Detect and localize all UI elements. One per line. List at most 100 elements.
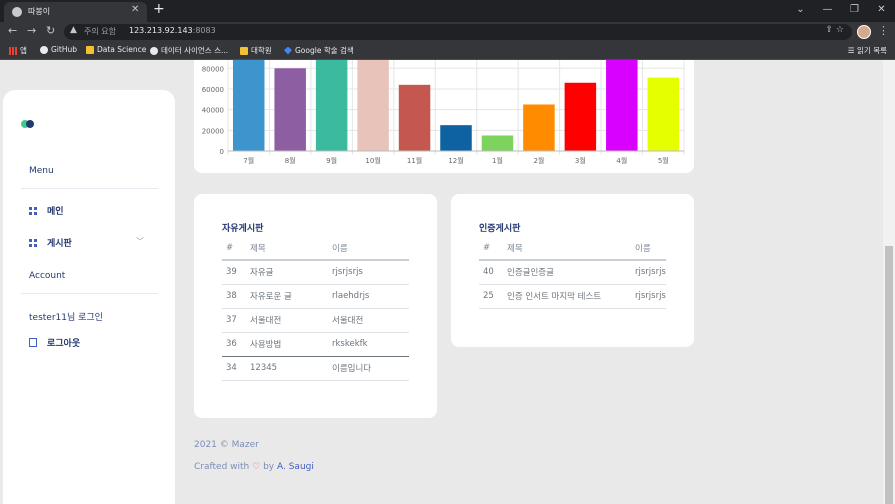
x-tick-label: 1월 xyxy=(492,156,503,165)
bar xyxy=(315,60,348,151)
table-row[interactable]: 25 인증 인서트 마지막 테스트 rjsrjsrjs xyxy=(479,284,666,309)
table-row[interactable]: 37 서울대전 서울대전 xyxy=(222,308,409,333)
table-row[interactable]: 34 12345 이름입니다 xyxy=(222,356,409,381)
x-tick-label: 8월 xyxy=(285,156,296,165)
post-title[interactable]: 자유글 xyxy=(250,260,332,285)
bookmark-label: 앱 xyxy=(20,46,27,55)
bookmark-github[interactable]: GitHub xyxy=(40,45,77,54)
browser-titlebar: 따봉이 ✕ + ⌄ — ❐ ✕ xyxy=(0,0,895,22)
bar xyxy=(523,104,555,151)
post-number: 34 xyxy=(222,356,250,381)
chart-card: 0 20000 40000 60000 80000 7월 8월 9월 10월 11월 12월 1월 2월… xyxy=(194,60,694,173)
bar xyxy=(274,68,306,151)
logout-button[interactable]: 로그아웃 xyxy=(29,336,80,349)
x-tick-label: 7월 xyxy=(243,156,254,165)
bookmark-apps[interactable]: 앱 xyxy=(9,45,27,56)
chevron-down-icon[interactable]: ﹀ xyxy=(136,236,144,247)
globe-icon xyxy=(12,7,22,17)
y-tick-label: 60000 xyxy=(202,86,224,94)
security-label: 주의 요함 xyxy=(84,27,116,36)
table-row[interactable]: 38 자유로운 글 rlaehdrjs xyxy=(222,284,409,309)
back-icon[interactable]: ← xyxy=(8,24,17,37)
sidebar-divider xyxy=(21,293,158,294)
sidebar-divider xyxy=(21,188,158,189)
bookmark-google-scholar[interactable]: Google 학술 검색 xyxy=(284,45,354,56)
github-icon xyxy=(40,45,48,54)
post-author: rkskekfk xyxy=(332,332,409,357)
post-number: 40 xyxy=(479,260,507,285)
url-port: :8083 xyxy=(192,26,216,35)
heart-icon: ♡ xyxy=(252,462,261,472)
close-window-icon[interactable]: ✕ xyxy=(868,0,895,22)
post-author: 이름입니다 xyxy=(332,356,409,381)
browser-tab[interactable]: 따봉이 ✕ xyxy=(4,2,147,22)
post-title[interactable]: 서울대전 xyxy=(250,308,332,333)
post-title[interactable]: 12345 xyxy=(250,356,332,381)
page-scrollbar[interactable] xyxy=(883,60,895,504)
post-title[interactable]: 사용방법 xyxy=(250,332,332,357)
bar xyxy=(440,125,472,151)
logout-icon xyxy=(29,338,37,347)
forward-icon[interactable]: → xyxy=(27,24,36,37)
col-name-header: 이름 xyxy=(332,236,409,261)
y-tick-label: 40000 xyxy=(202,107,224,115)
minimize-icon[interactable]: — xyxy=(814,0,841,22)
bookmark-data-science[interactable]: Data Science xyxy=(86,45,146,54)
post-number: 36 xyxy=(222,332,250,357)
table-row[interactable]: 39 자유글 rjsrjsrjs xyxy=(222,260,409,285)
bar-chart: 0 20000 40000 60000 80000 7월 8월 9월 10월 11월 12월 1월 2월… xyxy=(202,60,685,165)
url-text: 123.213.92.143:8083 xyxy=(129,26,216,35)
main-viewport: Menu 메인 게시판 ﹀ Account tester11님 로그인 로그아웃… xyxy=(0,60,883,504)
bookmark-star-icon[interactable]: ⇪ ☆ xyxy=(826,25,844,35)
bar xyxy=(606,60,638,151)
logo[interactable] xyxy=(21,120,35,128)
footer-credits: Crafted with ♡ by A. Saugi xyxy=(194,462,314,472)
col-name-header: 이름 xyxy=(635,236,666,261)
col-number-header: # xyxy=(222,236,250,261)
login-status-text: tester11님 로그인 xyxy=(29,313,103,323)
sidebar-item-main[interactable]: 메인 xyxy=(29,204,64,217)
warning-icon[interactable]: ▲ xyxy=(70,25,77,35)
bookmark-label: GitHub xyxy=(51,45,77,54)
tab-close-button[interactable]: ✕ xyxy=(131,4,139,15)
sidebar-item-board[interactable]: 게시판 xyxy=(29,236,72,249)
post-number: 37 xyxy=(222,308,250,333)
menu-kebab-icon[interactable]: ⋮ xyxy=(878,24,889,37)
post-title[interactable]: 자유로운 글 xyxy=(250,284,332,309)
table-row[interactable]: 40 인증글인증글 rjsrjsrjs xyxy=(479,260,666,285)
profile-avatar[interactable] xyxy=(857,25,871,39)
author-link[interactable]: A. Saugi xyxy=(277,462,314,472)
bar xyxy=(398,84,431,151)
reading-list-button[interactable]: ☰ 읽기 목록 xyxy=(848,45,887,56)
free-board-card: 자유게시판 # 제목 이름 39 자유글 rjsrjsrjs 38 자유로운 글 rla… xyxy=(194,194,437,418)
scholar-icon xyxy=(284,46,292,55)
globe-icon xyxy=(150,46,158,55)
y-tick-label: 80000 xyxy=(202,65,224,73)
bookmark-grad-school[interactable]: 대학원 xyxy=(240,45,272,56)
address-bar[interactable]: ▲ 주의 요함 123.213.92.143:8083 ⇪ ☆ xyxy=(64,24,852,40)
reload-icon[interactable]: ↻ xyxy=(46,24,55,37)
post-number: 38 xyxy=(222,284,250,309)
table-row[interactable]: 36 사용방법 rkskekfk xyxy=(222,332,409,357)
x-tick-label: 3월 xyxy=(575,156,586,165)
post-number: 39 xyxy=(222,260,250,285)
x-tick-label: 10월 xyxy=(365,156,380,165)
bookmark-data-science-kr[interactable]: 데이터 사이언스 스... xyxy=(150,45,228,56)
new-tab-button[interactable]: + xyxy=(153,1,165,17)
restore-icon[interactable]: ❐ xyxy=(841,0,868,22)
table-header-row: # 제목 이름 xyxy=(222,236,409,261)
x-tick-label: 4월 xyxy=(616,156,627,165)
sidebar: Menu 메인 게시판 ﹀ Account tester11님 로그인 로그아웃 xyxy=(3,90,175,504)
scrollbar-thumb[interactable] xyxy=(885,246,893,504)
auth-board-table: # 제목 이름 40 인증글인증글 rjsrjsrjs 25 인증 인서트 마지막 테… xyxy=(479,236,666,309)
col-title-header: 제목 xyxy=(250,236,332,261)
post-title[interactable]: 인증 인서트 마지막 테스트 xyxy=(507,284,635,309)
tab-search-icon[interactable]: ⌄ xyxy=(787,0,814,22)
x-tick-label: 9월 xyxy=(326,156,337,165)
grid-icon xyxy=(29,238,37,247)
folder-icon xyxy=(240,46,248,55)
post-title[interactable]: 인증글인증글 xyxy=(507,260,635,285)
browser-toolbar: ← → ↻ ▲ 주의 요함 123.213.92.143:8083 ⇪ ☆ ⋮ xyxy=(0,22,895,42)
footer-by-text: by xyxy=(263,462,275,472)
bar xyxy=(357,60,389,151)
